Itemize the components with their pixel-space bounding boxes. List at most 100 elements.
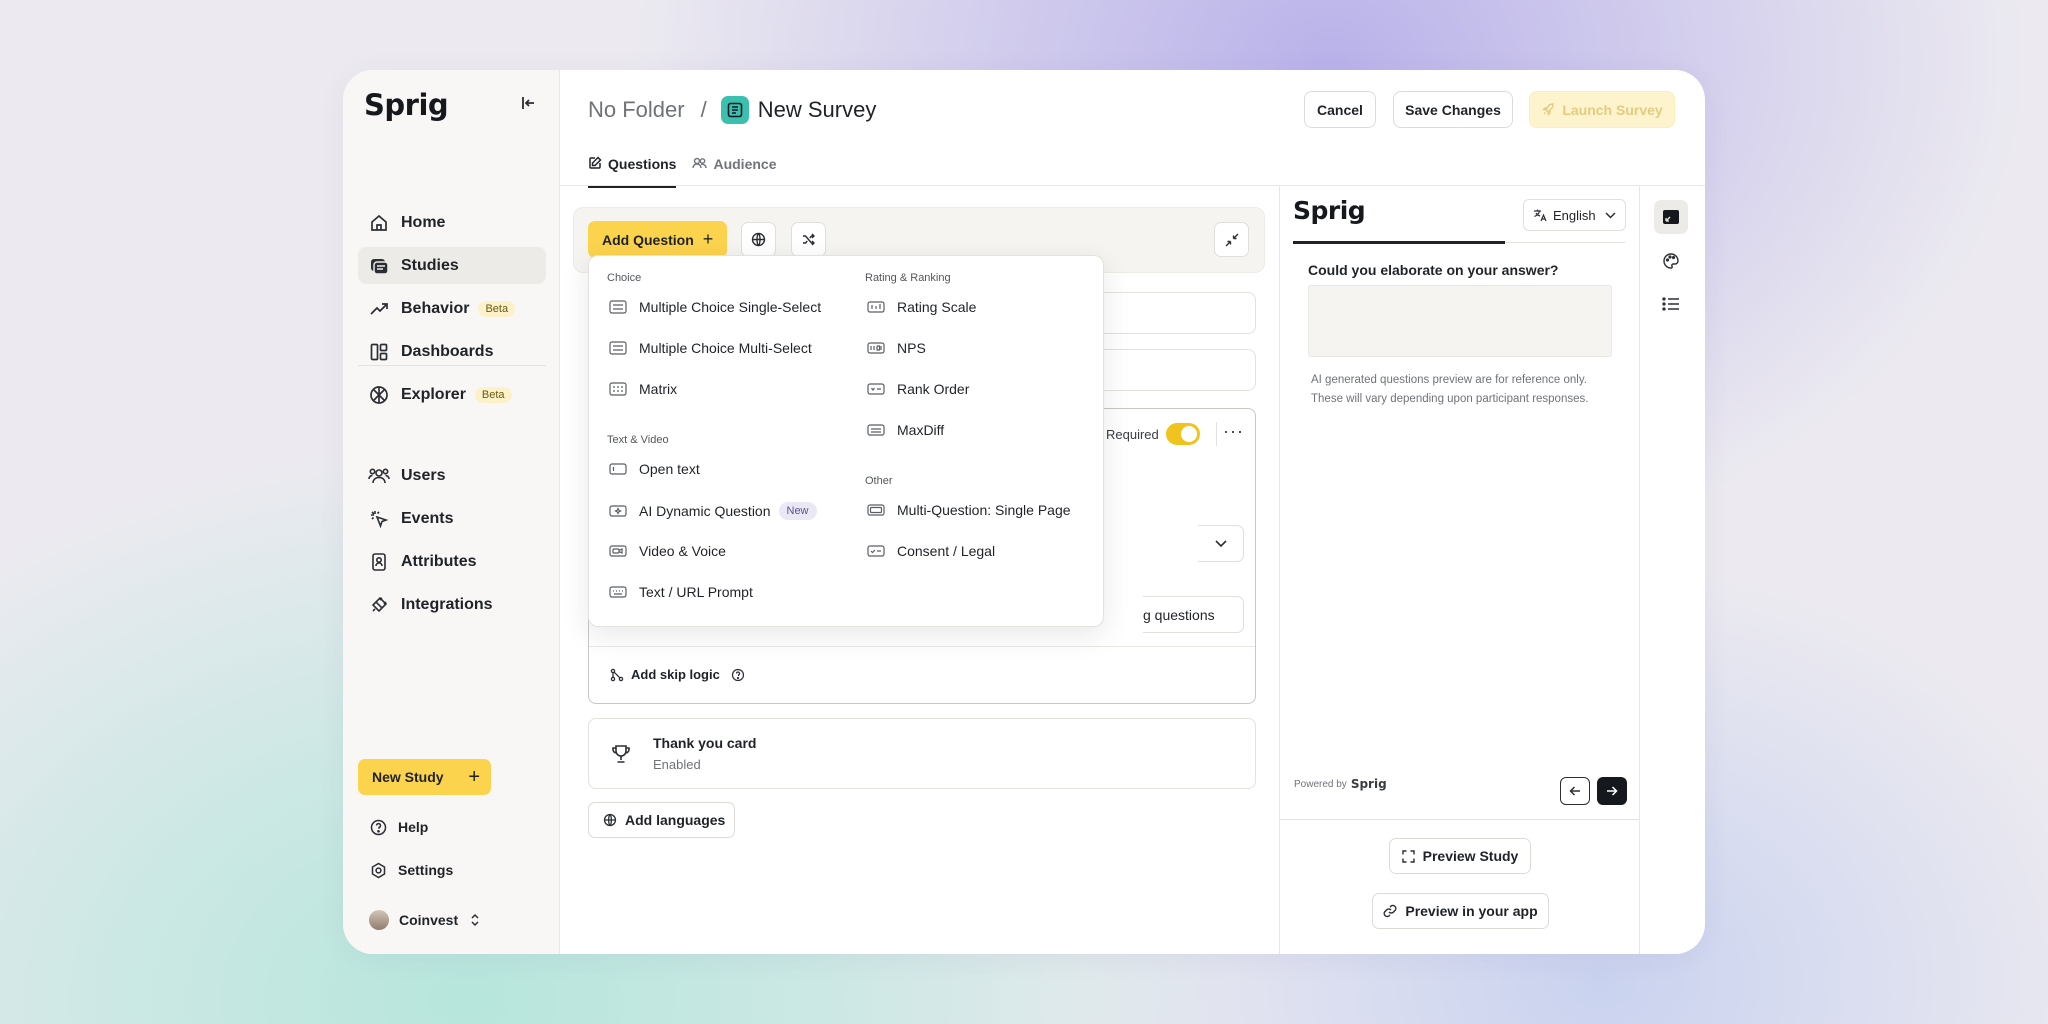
thank-you-status: Enabled [653, 757, 701, 772]
help-link[interactable]: Help [369, 818, 428, 836]
preview-sprig-logo: Sprig [1293, 196, 1366, 225]
tab-audience[interactable]: Audience [692, 154, 776, 188]
menu-item-nps[interactable]: NPS [865, 340, 926, 356]
cancel-button[interactable]: Cancel [1304, 91, 1376, 128]
add-question-button[interactable]: Add Question + [588, 221, 727, 258]
menu-item-label: Rating Scale [897, 299, 977, 315]
new-badge: New [778, 502, 817, 520]
menu-item-matrix[interactable]: Matrix [607, 381, 677, 397]
edit-icon [588, 156, 602, 170]
explorer-icon [368, 384, 390, 406]
cursor-click-icon [368, 508, 390, 530]
tab-questions[interactable]: Questions [588, 154, 677, 188]
help-circle-icon[interactable] [731, 668, 745, 682]
collapse-sidebar-icon[interactable] [517, 92, 539, 114]
launch-survey-label: Launch Survey [1562, 101, 1663, 118]
required-toggle[interactable] [1166, 423, 1200, 445]
text-input-icon [607, 461, 629, 477]
sidebar-item-behavior[interactable]: Behavior Beta [358, 290, 546, 327]
plus-icon: + [702, 229, 714, 249]
list-icon [607, 299, 629, 315]
workspace-switcher[interactable]: Coinvest [369, 910, 480, 930]
save-changes-button[interactable]: Save Changes [1393, 91, 1513, 128]
launch-survey-button[interactable]: Launch Survey [1529, 91, 1675, 128]
menu-item-consent-legal[interactable]: Consent / Legal [865, 543, 995, 559]
menu-item-label: Multiple Choice Multi-Select [639, 340, 812, 356]
menu-item-label: Text / URL Prompt [639, 584, 753, 600]
tab-bar: Questions Audience [588, 154, 792, 188]
settings-link[interactable]: Settings [369, 861, 453, 879]
page-title[interactable]: New Survey [758, 97, 877, 123]
menu-item-multi-question-single-page[interactable]: Multi-Question: Single Page [865, 502, 1071, 518]
sidebar-item-explorer[interactable]: Explorer Beta [358, 376, 546, 413]
add-languages-button[interactable]: Add languages [588, 802, 735, 838]
sidebar-item-users[interactable]: Users [358, 457, 546, 494]
thank-you-card[interactable]: Thank you card Enabled [588, 718, 1256, 789]
menu-item-text-url-prompt[interactable]: Text / URL Prompt [607, 584, 753, 600]
sidebar-item-events[interactable]: Events [358, 500, 546, 537]
menu-item-video-voice[interactable]: Video & Voice [607, 543, 726, 559]
menu-item-label: Consent / Legal [897, 543, 996, 559]
shuffle-button[interactable] [791, 222, 826, 257]
new-study-button[interactable]: New Study + [358, 759, 491, 795]
menu-item-maxdiff[interactable]: MaxDiff [865, 422, 944, 438]
multi-question-icon [865, 502, 887, 518]
home-icon [368, 212, 390, 234]
breadcrumb-folder[interactable]: No Folder [588, 97, 685, 123]
menu-item-label: AI Dynamic Question [639, 503, 771, 519]
menu-item-label: Open text [639, 461, 700, 477]
rating-scale-icon [865, 299, 887, 315]
preview-study-button[interactable]: Preview Study [1389, 838, 1531, 874]
sidebar-item-label: Home [401, 213, 446, 231]
language-select[interactable]: English [1523, 199, 1626, 231]
chevron-down-icon [1214, 539, 1227, 547]
more-options-icon[interactable]: ··· [1223, 421, 1244, 442]
preview-in-app-button[interactable]: Preview in your app [1372, 893, 1549, 929]
skip-option-text: g questions [1143, 606, 1215, 623]
shuffle-icon [803, 233, 815, 246]
preview-study-label: Preview Study [1422, 848, 1519, 864]
preview-next-button[interactable] [1597, 777, 1627, 805]
globe-icon [603, 813, 617, 827]
arrow-right-icon [1607, 786, 1618, 796]
plus-icon: + [468, 765, 480, 788]
collapse-button[interactable] [1214, 222, 1249, 257]
preview-question: Could you elaborate on your answer? [1308, 262, 1559, 278]
id-badge-icon [368, 551, 390, 573]
sidebar-item-label: Behavior [401, 299, 470, 317]
sidebar-item-label: Events [401, 509, 454, 527]
rail-theme-button[interactable] [1654, 244, 1688, 278]
menu-item-rank-order[interactable]: Rank Order [865, 381, 969, 397]
sidebar-item-attributes[interactable]: Attributes [358, 543, 546, 580]
chevron-down-icon [1605, 211, 1616, 219]
rocket-icon [1541, 102, 1555, 117]
preview-back-button[interactable] [1560, 777, 1590, 805]
globe-icon [751, 232, 766, 247]
sidebar-item-home[interactable]: Home [358, 204, 546, 241]
group-text-video: Text & Video [607, 434, 669, 446]
rail-outline-button[interactable] [1654, 287, 1688, 321]
menu-item-open-text[interactable]: Open text [607, 461, 700, 477]
question-type-select[interactable] [1198, 525, 1244, 562]
menu-item-rating-scale[interactable]: Rating Scale [865, 299, 976, 315]
card-divider [589, 646, 1255, 647]
divider [1216, 422, 1217, 446]
rail-preview-button[interactable] [1654, 200, 1688, 234]
menu-item-multiple-choice-multi[interactable]: Multiple Choice Multi-Select [607, 340, 812, 356]
skip-option-field[interactable]: g questions [1143, 596, 1244, 633]
question-type-menu: Choice Multiple Choice Single-Select Mul… [588, 255, 1104, 627]
globe-button[interactable] [741, 222, 776, 257]
sidebar-item-integrations[interactable]: Integrations [358, 586, 546, 623]
preview-footer-divider [1280, 819, 1639, 820]
sidebar-item-label: Users [401, 466, 446, 484]
app-window: Sprig Home Studies Behavior Beta Dashboa… [343, 70, 1705, 954]
sidebar-item-studies[interactable]: Studies [358, 247, 546, 284]
menu-item-ai-dynamic-question[interactable]: AI Dynamic Question New [607, 502, 817, 520]
sprig-logo: Sprig [364, 88, 449, 122]
users-icon [692, 156, 708, 170]
menu-item-multiple-choice-single[interactable]: Multiple Choice Single-Select [607, 299, 821, 315]
preview-note: AI generated questions preview are for r… [1311, 374, 1589, 405]
add-skip-logic-button[interactable]: Add skip logic [610, 667, 745, 682]
avatar [369, 910, 389, 930]
preview-answer-textarea[interactable] [1308, 285, 1612, 357]
